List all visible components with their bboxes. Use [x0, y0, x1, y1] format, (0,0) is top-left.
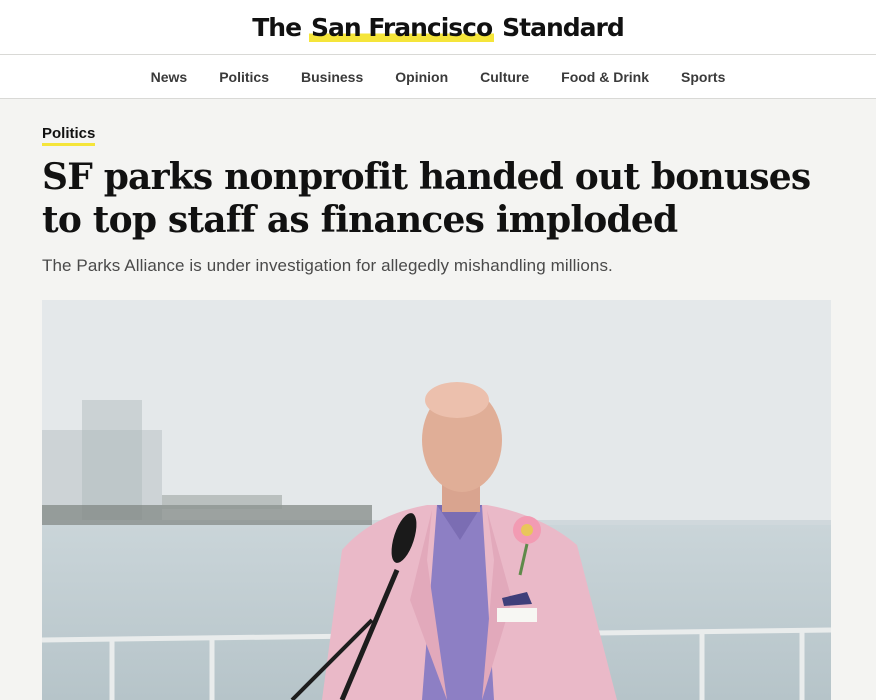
nav-item-food-drink[interactable]: Food & Drink — [545, 69, 665, 85]
section-nav: News Politics Business Opinion Culture F… — [0, 55, 876, 99]
hero-photo — [42, 300, 831, 700]
article-dek: The Parks Alliance is under investigatio… — [42, 256, 613, 275]
nav-item-culture[interactable]: Culture — [464, 69, 545, 85]
logo-word-san-francisco: San Francisco — [309, 12, 495, 42]
logo-word-standard: Standard — [502, 12, 625, 42]
nav-item-politics[interactable]: Politics — [203, 69, 285, 85]
article: Politics SF parks nonprofit handed out b… — [0, 99, 876, 700]
logo-word-the: The — [252, 12, 302, 42]
nav-item-opinion[interactable]: Opinion — [379, 69, 464, 85]
section-kicker[interactable]: Politics — [42, 125, 96, 146]
nav-item-sports[interactable]: Sports — [665, 69, 741, 85]
hero-photo-illustration — [42, 300, 831, 700]
site-logo[interactable]: The San Francisco Standard — [252, 12, 625, 42]
nav-item-news[interactable]: News — [135, 69, 204, 85]
nav-item-business[interactable]: Business — [285, 69, 379, 85]
masthead: The San Francisco Standard — [0, 0, 876, 55]
article-headline: SF parks nonprofit handed out bonuses to… — [42, 156, 811, 241]
